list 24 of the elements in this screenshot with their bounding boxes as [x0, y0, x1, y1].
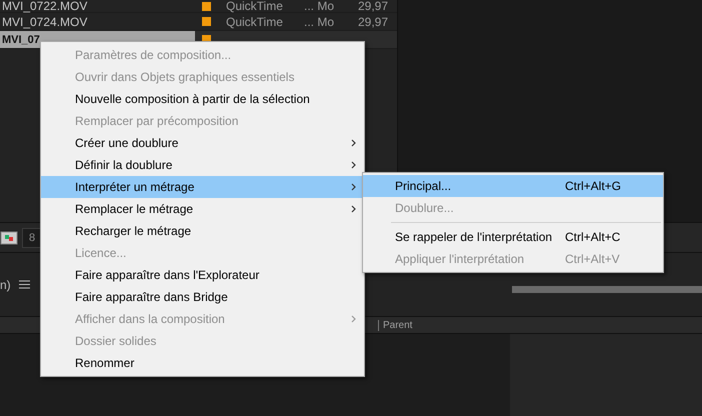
- file-name[interactable]: MVI_0724.MOV: [2, 14, 88, 28]
- file-size: ... Mo: [304, 14, 336, 28]
- menu-item[interactable]: Interpréter un métrage: [41, 176, 364, 198]
- frame-rate: 29,97: [356, 0, 388, 13]
- file-name[interactable]: MVI_0722.MOV: [2, 0, 88, 13]
- color-depth-icon[interactable]: [0, 230, 18, 244]
- panel-tab-title[interactable]: n): [0, 278, 11, 292]
- menu-item[interactable]: Se rappeler de l'interprétation Ctrl+Alt+C: [363, 226, 663, 248]
- file-name[interactable]: MVI_07: [2, 34, 40, 46]
- menu-item[interactable]: Principal... Ctrl+Alt+G: [363, 175, 663, 197]
- menu-item[interactable]: Faire apparaître dans l'Explorateur: [41, 264, 364, 286]
- menu-item[interactable]: Créer une doublure: [41, 132, 364, 154]
- menu-item[interactable]: Définir la doublure: [41, 154, 364, 176]
- menu-item[interactable]: Remplacer le métrage: [41, 198, 364, 220]
- frame-rate: 29,97: [356, 14, 388, 28]
- column-header[interactable]: Parent: [378, 320, 412, 330]
- menu-item[interactable]: Renommer: [41, 352, 364, 374]
- file-size: ... Mo: [304, 0, 336, 13]
- menu-item[interactable]: Nouvelle composition à partir de la sélection: [41, 88, 364, 110]
- file-type: QuickTime: [226, 14, 284, 28]
- menu-item[interactable]: Recharger le métrage: [41, 220, 364, 242]
- file-type: QuickTime: [226, 0, 284, 13]
- menu-item[interactable]: Faire apparaître dans Bridge: [41, 286, 364, 308]
- menu-icon[interactable]: [18, 280, 30, 289]
